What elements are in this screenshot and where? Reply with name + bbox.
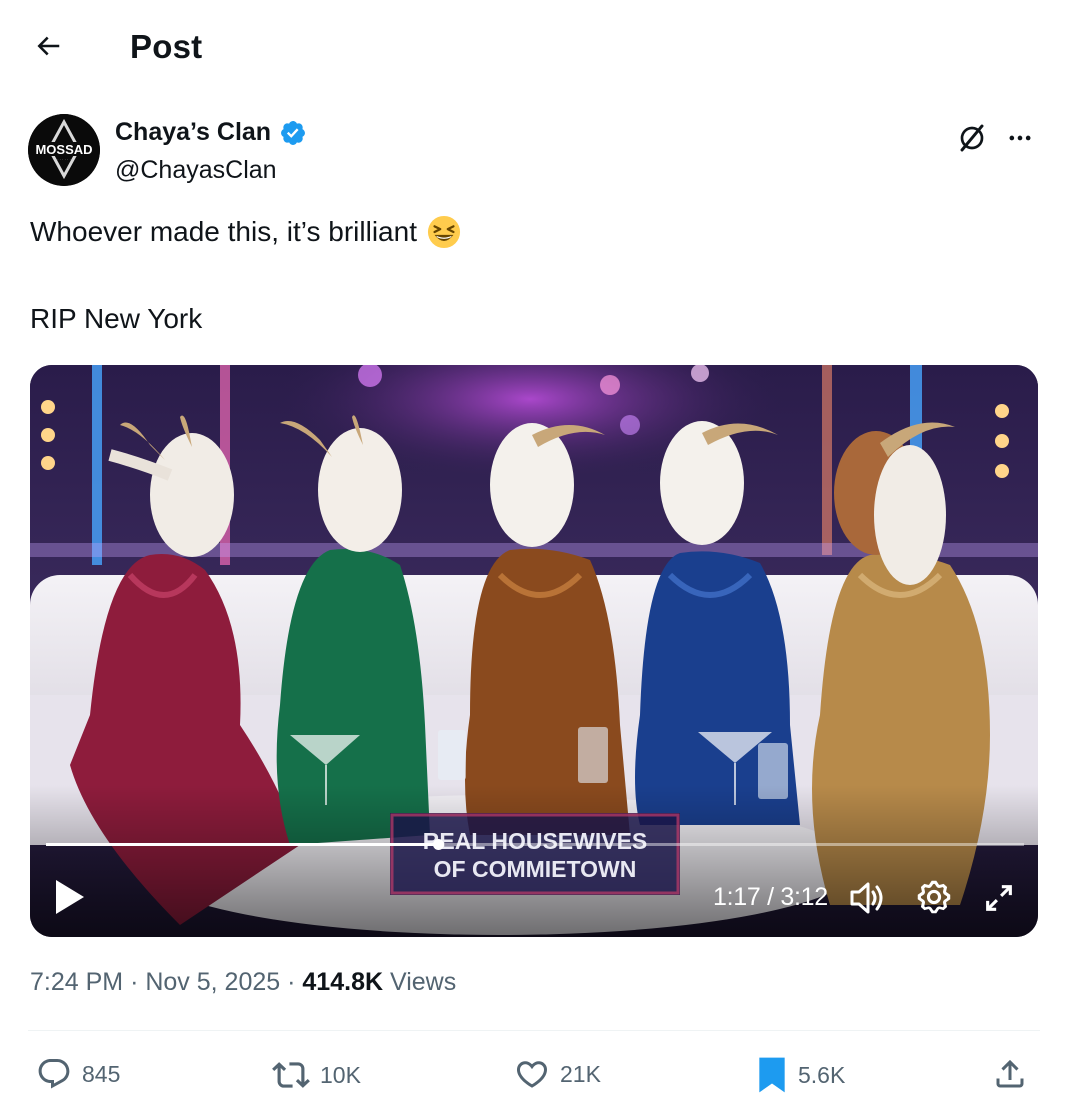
page-title: Post [130,28,203,65]
video-caption-line-2: OF COMMIETOWN [434,856,637,882]
reply-button[interactable]: 845 [36,1056,120,1092]
video-caption-line-1: REAL HOUSEWIVES [423,828,648,854]
display-name-row: Chaya’s Clan [115,118,307,147]
verified-badge-icon [281,120,306,145]
avatar-logo: MOSSAD · · · · · · · · [28,114,100,186]
grok-icon [960,124,984,152]
like-button[interactable]: 21K [514,1056,601,1092]
tweet-time[interactable]: 7:24 PM [30,968,123,996]
more-options-button[interactable] [1000,120,1040,156]
play-icon [56,880,84,914]
display-name[interactable]: Chaya’s Clan [115,118,271,147]
gear-icon [917,880,951,914]
fullscreen-button[interactable] [982,881,1016,915]
video-progress-fill [46,843,439,846]
play-button[interactable] [52,877,88,917]
video-caption-overlay: REAL HOUSEWIVES OF COMMIETOWN [390,813,680,895]
bookmark-icon [759,1057,785,1093]
tweet-text: Whoever made this, it’s brilliant RIP Ne… [30,214,461,334]
settings-button[interactable] [915,878,953,916]
volume-button[interactable] [848,880,888,916]
user-handle[interactable]: @ChayasClan [115,156,277,185]
repost-icon [272,1062,310,1088]
views-count: 414.8K [302,968,384,996]
action-bar: 845 10K 21K 5.6K [0,1048,1068,1104]
repost-button[interactable]: 10K [272,1056,361,1094]
bookmark-count: 5.6K [798,1061,846,1088]
video-time: 1:17 / 3:12 [713,883,828,911]
svg-text:· · · · · · · ·: · · · · · · · · [55,157,73,162]
tweet-text-line-1: Whoever made this, it’s brilliant [30,214,461,250]
tweet-meta: 7:24 PM · Nov 5, 2025 · 414.8K Views [30,968,456,997]
tweet-author: MOSSAD · · · · · · · · Chaya’s Clan @Cha… [28,114,1040,194]
meta-separator: · [130,968,146,996]
bookmark-button[interactable]: 5.6K [756,1056,845,1094]
tweet-text-line-2: RIP New York [30,303,203,334]
divider [28,1030,1040,1031]
repost-count: 10K [320,1061,361,1088]
tweet-date[interactable]: Nov 5, 2025 [145,968,280,996]
laughing-emoji-icon [427,215,461,249]
back-button[interactable] [28,26,68,66]
share-button[interactable] [992,1056,1028,1092]
more-horizontal-icon [1009,135,1031,141]
arrow-left-icon [37,36,60,56]
reply-count: 845 [82,1060,121,1087]
share-icon [996,1059,1024,1088]
avatar[interactable]: MOSSAD · · · · · · · · [28,114,100,186]
tweet-text-content: Whoever made this, it’s brilliant [30,216,417,247]
fullscreen-icon [986,885,1012,911]
meta-separator: · [287,968,303,996]
like-count: 21K [560,1060,601,1087]
video-player[interactable]: REAL HOUSEWIVES OF COMMIETOWN 1:17 / 3:1… [30,365,1038,937]
views-label: Views [389,968,457,996]
grok-button[interactable] [954,120,990,156]
reply-icon [38,1059,70,1089]
heart-icon [516,1061,548,1088]
avatar-text: MOSSAD [35,142,92,157]
top-bar: Post [0,0,1068,96]
video-progress-bar[interactable] [46,839,1024,850]
volume-icon [850,882,883,914]
